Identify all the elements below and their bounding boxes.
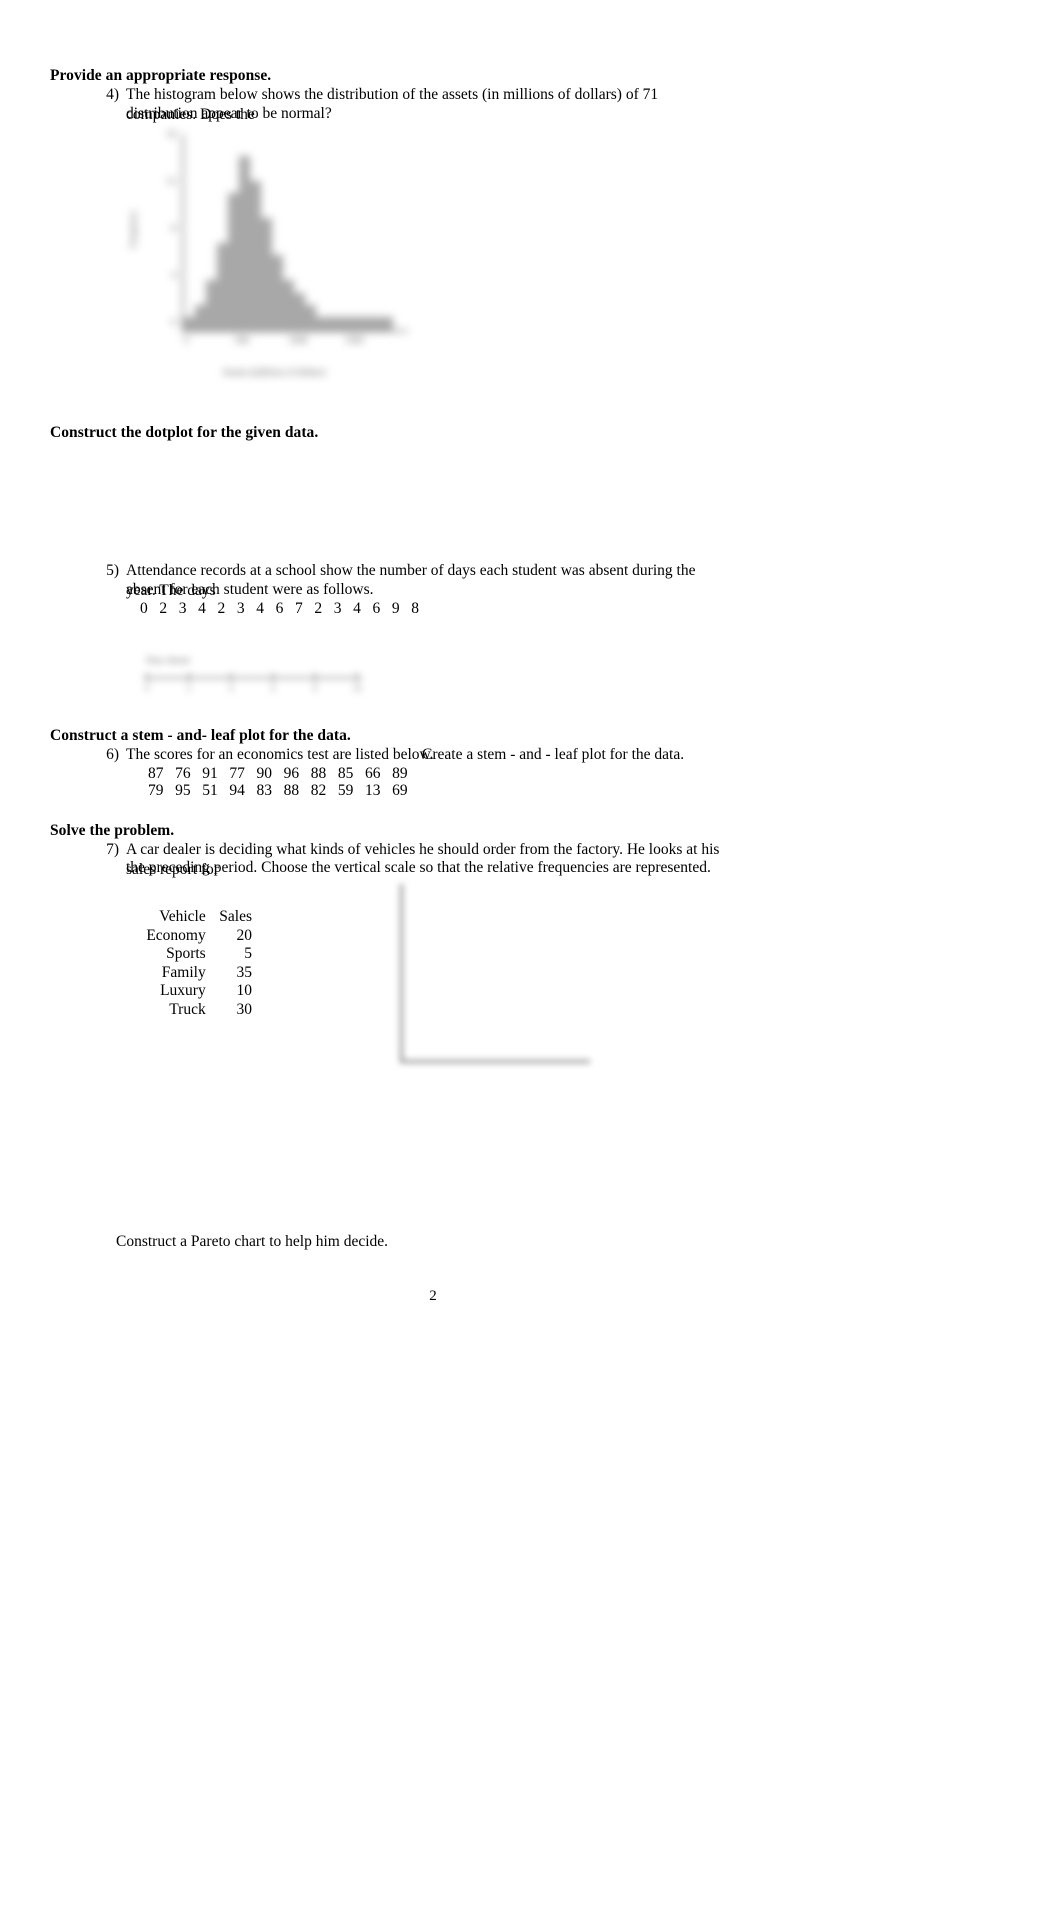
dotplot-tick xyxy=(146,673,148,682)
question-5-number: 5) xyxy=(106,562,119,579)
histogram-x-tick-1000: 1000 xyxy=(288,336,308,346)
table-row: Truck 30 xyxy=(132,1001,254,1020)
question-7-footer-instruction: Construct a Pareto chart to help him dec… xyxy=(116,1233,389,1250)
table-spacer xyxy=(208,982,216,1001)
histogram-bar xyxy=(283,280,294,330)
cell-sales-family: 35 xyxy=(236,963,253,981)
question-4-number: 4) xyxy=(106,86,119,103)
histogram-y-axis-label: Frequency xyxy=(128,210,138,248)
dotplot-blank-axis-figure: Days absent 0 2 4 6 8 10 xyxy=(140,655,370,695)
histogram-x-axis-label: Assets (millions of dollars) xyxy=(222,368,326,378)
cell-sales-truck: 30 xyxy=(236,1000,253,1018)
cell-vehicle-sports: Sports xyxy=(166,945,206,963)
dotplot-tick-label: 0 xyxy=(144,683,150,693)
histogram-y-tick-12: 12 xyxy=(166,177,177,187)
cell-vehicle-luxury: Luxury xyxy=(160,982,206,1000)
histogram-plot-area xyxy=(182,134,408,332)
histogram-x-axis-line xyxy=(182,330,408,332)
table-row: Family 35 xyxy=(132,964,254,983)
pareto-x-axis-line xyxy=(400,1060,590,1063)
histogram-bar xyxy=(294,293,305,330)
histogram-bar xyxy=(228,193,239,330)
table-header-row: Vehicle Sales xyxy=(132,908,254,927)
dotplot-tick xyxy=(188,673,190,682)
histogram-x-tick-500: 500 xyxy=(234,336,250,346)
dotplot-tick-label: 6 xyxy=(270,683,276,693)
histogram-x-tick-1500: 1500 xyxy=(344,336,364,346)
histogram-bar xyxy=(195,305,206,330)
dotplot-tick-label: 8 xyxy=(312,683,318,693)
question-6-data-row-2: 79 95 51 94 83 88 82 59 13 69 xyxy=(148,782,408,799)
cell-sales-luxury: 10 xyxy=(236,982,253,1000)
cell-sales-sports: 5 xyxy=(244,945,252,963)
dotplot-title: Days absent xyxy=(146,655,190,665)
question-5-text-line-2: absent for each student were as follows. xyxy=(126,581,374,598)
histogram-y-axis-line xyxy=(182,134,184,332)
histogram-y-tick-16: 16 xyxy=(166,130,177,140)
section-heading-construct-stem-leaf: Construct a stem - and- leaf plot for th… xyxy=(50,727,351,744)
question-6-text-line-1: The scores for an economics test are lis… xyxy=(126,746,434,763)
histogram-bar xyxy=(261,218,272,330)
column-header-vehicle: Vehicle xyxy=(159,908,206,925)
histogram-bar xyxy=(371,317,382,330)
question-7-number: 7) xyxy=(106,841,119,858)
cell-sales-economy: 20 xyxy=(236,926,253,944)
question-6-number: 6) xyxy=(106,746,119,763)
table-spacer xyxy=(208,908,216,927)
dotplot-tick xyxy=(272,673,274,682)
histogram-bar xyxy=(217,243,228,330)
table-spacer xyxy=(208,945,216,964)
histogram-bar xyxy=(382,317,393,330)
vehicle-sales-table: Vehicle Sales Economy 20 Sports 5 Family… xyxy=(132,908,254,1020)
pareto-blank-axes-figure xyxy=(388,880,598,1090)
histogram-bar xyxy=(206,280,217,330)
cell-vehicle-economy: Economy xyxy=(146,926,206,944)
table-spacer xyxy=(208,927,216,946)
table-row: Economy 20 xyxy=(132,927,254,946)
table-row: Luxury 10 xyxy=(132,982,254,1001)
histogram-bar xyxy=(272,255,283,330)
histogram-bar xyxy=(360,317,371,330)
cell-vehicle-truck: Truck xyxy=(169,1000,206,1018)
histogram-y-tick-8: 8 xyxy=(171,224,176,234)
worksheet-page: Provide an appropriate response. 4) The … xyxy=(0,0,1062,1916)
dotplot-tick-label: 2 xyxy=(186,683,192,693)
question-5-data-values: 0 2 3 4 2 3 4 6 7 2 3 4 6 9 8 xyxy=(140,600,419,617)
histogram-x-tick-0: 0 xyxy=(183,336,189,346)
histogram-bar xyxy=(316,317,327,330)
dotplot-tick-label: 10 xyxy=(352,683,362,693)
table-spacer xyxy=(208,964,216,983)
dotplot-tick xyxy=(314,673,316,682)
cell-vehicle-family: Family xyxy=(161,963,206,981)
dotplot-tick xyxy=(356,673,358,682)
table-spacer xyxy=(208,1001,216,1020)
page-number: 2 xyxy=(429,1288,437,1304)
question-4-text-line-2: distribution appear to be normal? xyxy=(126,105,332,122)
histogram-y-tick-0: 0 xyxy=(171,318,176,328)
histogram-bar xyxy=(305,305,316,330)
histogram-bar xyxy=(338,317,349,330)
column-header-sales: Sales xyxy=(219,908,252,925)
histogram-y-tick-4: 4 xyxy=(171,271,176,281)
section-heading-provide-response: Provide an appropriate response. xyxy=(50,67,272,84)
section-heading-solve-problem: Solve the problem. xyxy=(50,822,175,839)
histogram-bar xyxy=(250,181,261,330)
dotplot-tick xyxy=(230,673,232,682)
assets-histogram-figure: Frequency 16 12 8 4 0 0 500 1000 1500 As… xyxy=(128,128,422,408)
table-row: Sports 5 xyxy=(132,945,254,964)
histogram-bar xyxy=(327,317,338,330)
histogram-bar xyxy=(184,317,195,330)
pareto-y-axis-line xyxy=(400,884,403,1062)
dotplot-number-line xyxy=(144,677,362,679)
histogram-bar xyxy=(349,317,360,330)
section-heading-construct-dotplot: Construct the dotplot for the given data… xyxy=(50,424,319,441)
dotplot-tick-label: 4 xyxy=(228,683,234,693)
histogram-bar xyxy=(239,156,250,330)
question-6-instruction: Create a stem - and - leaf plot for the … xyxy=(422,746,685,763)
question-7-text-line-2: the preceding period. Choose the vertica… xyxy=(126,859,711,876)
